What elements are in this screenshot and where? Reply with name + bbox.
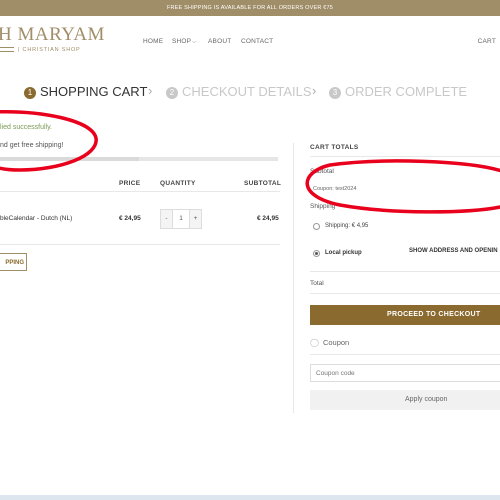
annotation-ellipse-right xyxy=(305,159,500,214)
annotation-overlay xyxy=(0,109,500,214)
annotation-ellipse-left xyxy=(0,109,98,172)
page-bottom-edge xyxy=(0,495,500,500)
